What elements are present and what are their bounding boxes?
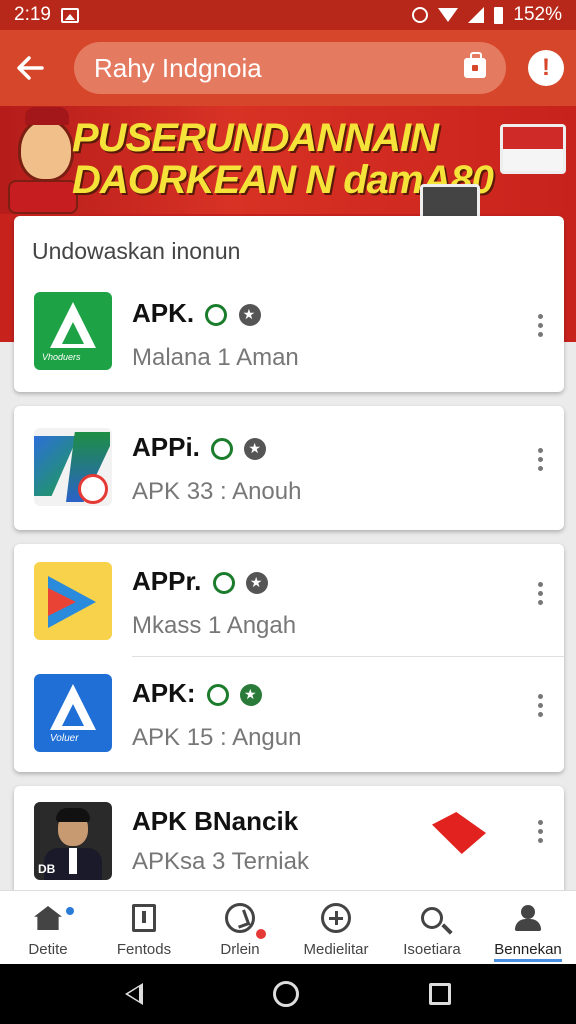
search-icon	[417, 903, 447, 933]
verified-badge-icon	[205, 304, 228, 327]
battery-icon	[494, 6, 504, 24]
status-time: 2:19	[14, 4, 51, 25]
app-row[interactable]: APPi. APK 33 : Anouh	[14, 414, 564, 524]
section-title: Undowaskan inonun	[32, 238, 241, 264]
mascot-illustration	[18, 107, 74, 182]
verified-badge-icon	[206, 684, 229, 707]
app-bar: Rahy Indgnoia !	[0, 30, 576, 106]
app-name: APPi.	[132, 432, 267, 463]
app-row[interactable]: Voluer APK: APK 15 : Angun	[14, 660, 564, 770]
nav-item-list[interactable]: Fentods	[96, 891, 192, 964]
app-list-card: Undowaskan inonun Vhoduers APK. Malana 1…	[14, 216, 564, 392]
person-photo-icon: DB	[34, 802, 112, 880]
app-card[interactable]: APPi. APK 33 : Anouh	[14, 406, 564, 530]
more-vert-icon[interactable]	[538, 448, 544, 471]
alarm-icon	[412, 7, 429, 23]
more-vert-icon[interactable]	[538, 582, 544, 605]
nav-label: Fentods	[116, 941, 172, 958]
blue-triangle-icon: Voluer	[34, 674, 112, 752]
system-home-icon[interactable]	[273, 981, 299, 1007]
mascot-body	[8, 180, 78, 214]
arrow-left-icon	[17, 56, 44, 80]
banner-headline: PUSERUNDANNAIN	[72, 116, 439, 160]
system-navigation-bar	[0, 964, 576, 1024]
app-name: APK BNancik	[132, 806, 299, 836]
app-name: APPr.	[132, 566, 268, 597]
star-badge-icon	[245, 572, 268, 595]
list-icon	[129, 903, 159, 933]
alert-button[interactable]: !	[528, 50, 564, 86]
wifi-icon	[438, 8, 459, 22]
back-button[interactable]	[0, 30, 60, 106]
ribbon-icon	[432, 812, 486, 854]
app-meta: APKsa 3 Terniak	[132, 848, 309, 875]
system-recents-icon[interactable]	[429, 983, 451, 1005]
verified-badge-icon	[212, 572, 235, 595]
status-bar: 2:19 152%	[0, 0, 576, 30]
verified-badge-icon	[211, 438, 234, 461]
search-query: Rahy Indgnoia	[94, 52, 262, 83]
app-card[interactable]: DB APK BNancik APKsa 3 Terniak	[14, 786, 564, 896]
z-logo-icon	[34, 428, 112, 506]
more-vert-icon[interactable]	[538, 314, 544, 337]
system-back-icon[interactable]	[125, 983, 143, 1005]
notification-dot	[66, 907, 74, 915]
divider	[132, 656, 564, 657]
search-input[interactable]: Rahy Indgnoia	[74, 42, 506, 94]
nav-label: Isoetiara	[403, 941, 461, 958]
more-vert-icon[interactable]	[538, 820, 544, 843]
more-vert-icon[interactable]	[538, 694, 544, 717]
app-row[interactable]: Vhoduers APK. Malana 1 Aman	[14, 282, 564, 392]
nav-label: Drlein	[220, 941, 260, 958]
battery-level: 152%	[513, 4, 562, 25]
notification-dot	[256, 929, 266, 939]
app-list-card: APPr. Mkass 1 Angah Voluer APK: APK 15 :…	[14, 544, 564, 772]
app-row[interactable]: APPr. Mkass 1 Angah	[14, 548, 564, 658]
play-logo-icon	[34, 562, 112, 640]
shield-badge-icon	[240, 684, 263, 707]
signal-icon	[468, 7, 485, 23]
star-badge-icon	[238, 304, 261, 327]
home-icon	[33, 903, 63, 933]
app-meta: Mkass 1 Angah	[132, 612, 297, 639]
plus-circle-icon	[321, 903, 351, 933]
nav-item-clock[interactable]: Drlein	[192, 891, 288, 964]
app-name: APK:	[132, 678, 263, 709]
app-meta: Malana 1 Aman	[132, 344, 299, 371]
app-name: APK.	[132, 298, 261, 329]
exclamation-icon: !	[542, 54, 550, 81]
clock-icon	[225, 903, 255, 933]
green-triangle-icon: Vhoduers	[34, 292, 112, 370]
nav-item-home[interactable]: Detite	[0, 891, 96, 964]
nav-item-create[interactable]: Medielitar	[288, 891, 384, 964]
nav-item-people[interactable]: Bennekan	[480, 891, 576, 964]
nav-item-search[interactable]: Isoetiara	[384, 891, 480, 964]
star-badge-icon	[244, 438, 267, 461]
app-row[interactable]: DB APK BNancik APKsa 3 Terniak	[14, 786, 564, 896]
nav-label: Medielitar	[303, 941, 369, 958]
app-meta: APK 33 : Anouh	[132, 478, 302, 505]
people-icon	[513, 903, 543, 933]
shopping-bag-icon[interactable]	[464, 52, 486, 78]
nav-label: Detite	[28, 941, 68, 958]
flag-card-image	[500, 124, 566, 174]
gallery-notification-icon	[60, 7, 79, 23]
nav-label: Bennekan	[494, 941, 562, 958]
app-meta: APK 15 : Angun	[132, 724, 302, 751]
bottom-navigation: Detite Fentods Drlein Medielitar Isoetia…	[0, 890, 576, 964]
